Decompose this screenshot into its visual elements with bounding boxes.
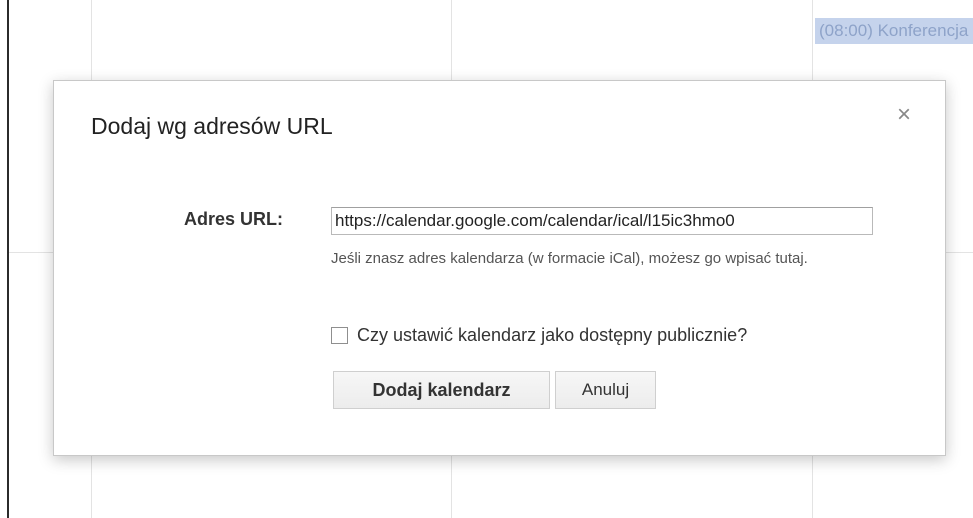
calendar-event-chip[interactable]: (08:00) Konferencja (815, 18, 973, 44)
url-input[interactable] (331, 207, 873, 235)
cancel-button[interactable]: Anuluj (555, 371, 656, 409)
public-calendar-label[interactable]: Czy ustawić kalendarz jako dostępny publ… (357, 325, 747, 346)
url-hint-text: Jeśli znasz adres kalendarza (w formacie… (331, 250, 808, 267)
close-icon[interactable]: × (897, 103, 911, 127)
calendar-page: (08:00) Konferencja Dodaj wg adresów URL… (0, 0, 973, 518)
dialog-title: Dodaj wg adresów URL (91, 113, 333, 139)
window-frame-left (7, 0, 9, 518)
checkbox-icon[interactable] (331, 327, 348, 344)
add-by-url-dialog: Dodaj wg adresów URL × Adres URL: Jeśli … (53, 80, 946, 456)
public-calendar-option[interactable]: Czy ustawić kalendarz jako dostępny publ… (331, 325, 747, 346)
url-label: Adres URL: (184, 209, 284, 229)
add-calendar-button[interactable]: Dodaj kalendarz (333, 371, 550, 409)
